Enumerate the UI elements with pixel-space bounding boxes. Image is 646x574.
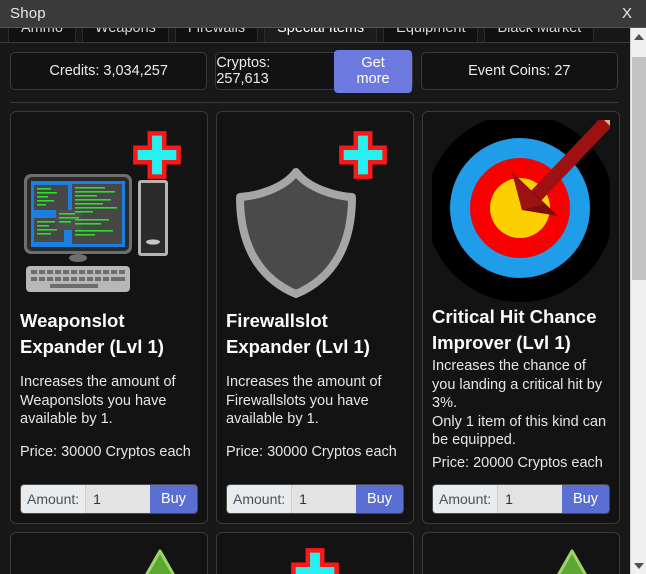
amount-input[interactable] bbox=[498, 485, 562, 514]
green-up-arrow-icon bbox=[557, 549, 587, 574]
purchase-input-group: Amount: Buy bbox=[432, 484, 610, 515]
event-coins-label: Event Coins: 27 bbox=[468, 63, 571, 79]
item-purchase-row: Amount: Buy bbox=[432, 472, 610, 515]
cryptos-box: Cryptos: 257,613 Get more bbox=[215, 49, 413, 93]
scroll-down-arrow-icon[interactable] bbox=[631, 557, 646, 574]
item-purchase-row: Amount: Buy bbox=[226, 472, 404, 515]
cryptos-label: Cryptos: 257,613 bbox=[216, 55, 271, 87]
buy-button[interactable]: Buy bbox=[562, 485, 609, 514]
shop-tabstrip: Ammo Weapons Firewalls Special Items Equ… bbox=[8, 28, 626, 42]
item-title: Firewallslot Expander (Lvl 1) bbox=[226, 310, 370, 357]
item-artwork bbox=[432, 545, 610, 574]
tab-equipment[interactable]: Equipment bbox=[383, 28, 479, 42]
purchase-input-group: Amount: Buy bbox=[226, 484, 404, 515]
currency-bar: Credits: 3,034,257 Cryptos: 257,613 Get … bbox=[10, 49, 618, 93]
amount-label: Amount: bbox=[21, 485, 87, 514]
item-title: Weaponslot Expander (Lvl 1) bbox=[20, 310, 164, 357]
plus-badge-icon bbox=[291, 548, 339, 574]
amount-label: Amount: bbox=[433, 485, 499, 514]
vertical-scrollbar[interactable] bbox=[630, 28, 646, 574]
buy-button[interactable]: Buy bbox=[356, 485, 403, 514]
item-price: Price: 30000 Cryptos each bbox=[226, 443, 397, 460]
item-purchase-row: Amount: Buy bbox=[20, 472, 198, 515]
shop-window: Shop X Ammo Weapons Firewalls Special It… bbox=[0, 0, 646, 574]
shield-icon bbox=[236, 168, 356, 298]
scroll-up-arrow-icon[interactable] bbox=[631, 28, 646, 45]
item-description: Increases the amount of Weaponslots you … bbox=[20, 374, 176, 428]
buy-button[interactable]: Buy bbox=[150, 485, 197, 514]
event-coins-box: Event Coins: 27 bbox=[420, 52, 618, 90]
item-artwork bbox=[432, 120, 610, 302]
content-divider bbox=[10, 102, 618, 103]
amount-input[interactable] bbox=[292, 485, 356, 514]
green-up-arrow-icon bbox=[145, 549, 175, 574]
tab-ammo[interactable]: Ammo bbox=[8, 28, 76, 42]
item-artwork bbox=[226, 120, 404, 306]
get-more-button[interactable]: Get more bbox=[334, 49, 412, 93]
shop-item-card[interactable]: Firewallslot Expander (Lvl 1) Increases … bbox=[216, 111, 414, 525]
item-artwork bbox=[20, 545, 198, 574]
shop-body: Ammo Weapons Firewalls Special Items Equ… bbox=[0, 28, 630, 574]
triangle-down-glyph bbox=[634, 562, 644, 569]
item-price: Price: 30000 Cryptos each bbox=[20, 443, 191, 460]
tab-weapons[interactable]: Weapons bbox=[81, 28, 169, 42]
triangle-up-glyph bbox=[634, 33, 644, 40]
item-artwork bbox=[226, 545, 404, 574]
target-dart-icon bbox=[432, 120, 610, 302]
item-artwork bbox=[20, 120, 198, 306]
item-description: Increases the chance of you landing a cr… bbox=[432, 358, 607, 449]
tab-firewalls[interactable]: Firewalls bbox=[174, 28, 259, 42]
credits-label: Credits: 3,034,257 bbox=[49, 63, 168, 79]
amount-input[interactable] bbox=[86, 485, 150, 514]
shop-item-card[interactable] bbox=[216, 532, 414, 574]
item-price: Price: 20000 Cryptos each bbox=[432, 454, 603, 471]
scrollbar-thumb[interactable] bbox=[632, 57, 646, 280]
shop-item-card[interactable] bbox=[10, 532, 208, 574]
tabstrip-divider bbox=[0, 42, 630, 43]
shop-item-grid: Weaponslot Expander (Lvl 1) Increases th… bbox=[10, 111, 620, 574]
plus-badge-icon bbox=[339, 131, 387, 179]
shop-item-card[interactable] bbox=[422, 532, 620, 574]
item-description: Increases the amount of Firewallslots yo… bbox=[226, 374, 382, 428]
tab-special-items[interactable]: Special Items bbox=[264, 28, 378, 42]
window-titlebar: Shop X bbox=[0, 0, 646, 28]
shop-item-card[interactable]: Critical Hit Chance Improver (Lvl 1) Inc… bbox=[422, 111, 620, 525]
computer-icon bbox=[24, 174, 168, 292]
amount-label: Amount: bbox=[227, 485, 293, 514]
window-title: Shop bbox=[10, 5, 46, 22]
plus-badge-icon bbox=[133, 131, 181, 179]
tab-black-market[interactable]: Black Market bbox=[484, 28, 595, 42]
item-title: Critical Hit Chance Improver (Lvl 1) bbox=[432, 306, 597, 353]
credits-box: Credits: 3,034,257 bbox=[10, 52, 208, 90]
shop-item-card[interactable]: Weaponslot Expander (Lvl 1) Increases th… bbox=[10, 111, 208, 525]
close-icon[interactable]: X bbox=[618, 5, 636, 22]
purchase-input-group: Amount: Buy bbox=[20, 484, 198, 515]
